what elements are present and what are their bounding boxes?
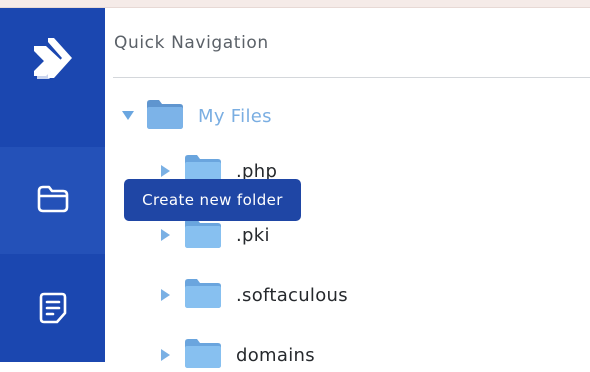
folder-icon xyxy=(184,278,222,312)
folder-icon xyxy=(146,99,184,133)
folder-icon xyxy=(184,218,222,252)
folder-outline-icon xyxy=(36,184,70,218)
divider xyxy=(113,77,590,78)
tree-item-my-files[interactable]: My Files xyxy=(122,99,272,133)
document-icon xyxy=(38,291,68,329)
caret-right-icon[interactable] xyxy=(160,229,172,241)
tree-item-label[interactable]: .pki xyxy=(236,225,270,246)
caret-right-icon[interactable] xyxy=(160,349,172,361)
browser-top-strip xyxy=(0,0,590,8)
tree-item-label[interactable]: .softaculous xyxy=(236,285,348,306)
folder-icon xyxy=(184,338,222,372)
sidebar-item-documents[interactable] xyxy=(0,258,105,362)
tree-item-domains[interactable]: domains xyxy=(160,338,315,372)
tooltip-create-new-folder: Create new folder xyxy=(124,179,301,221)
caret-right-icon[interactable] xyxy=(160,289,172,301)
tree-item-label[interactable]: My Files xyxy=(198,106,272,127)
panel-title: Quick Navigation xyxy=(114,33,269,53)
caret-down-icon[interactable] xyxy=(122,111,134,121)
tree-item-pki[interactable]: .pki xyxy=(160,218,270,252)
logo-icon[interactable] xyxy=(26,34,78,86)
sidebar xyxy=(0,8,105,362)
caret-right-icon[interactable] xyxy=(160,165,172,177)
tree-item-label[interactable]: domains xyxy=(236,345,315,366)
sidebar-item-file-manager[interactable] xyxy=(0,147,105,254)
tree-item-softaculous[interactable]: .softaculous xyxy=(160,278,348,312)
